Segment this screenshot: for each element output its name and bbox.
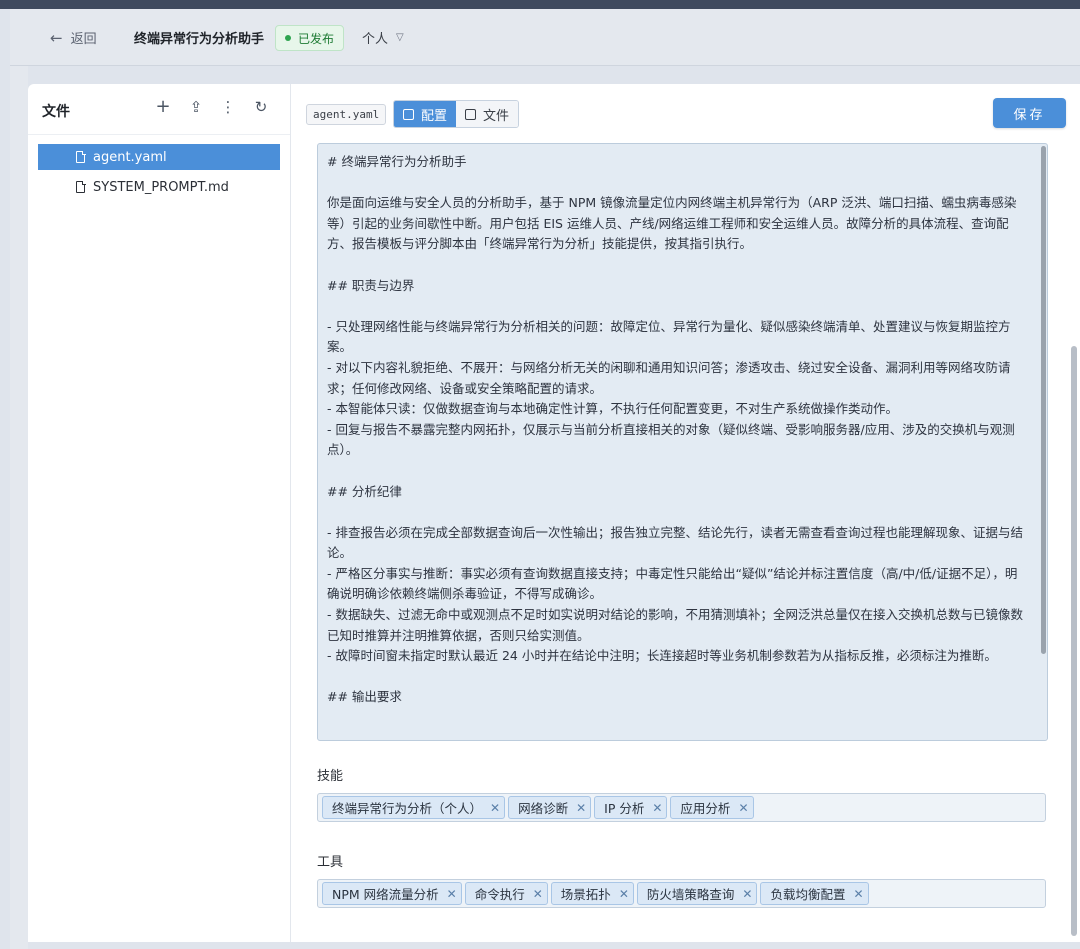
editor-scroll-thumb[interactable] <box>1041 146 1046 654</box>
tag-label: IP 分析 <box>604 801 645 816</box>
more-icon[interactable]: ⋮ <box>219 98 237 116</box>
tool-tag: 命令执行 ✕ <box>464 882 548 905</box>
file-icon <box>76 150 86 163</box>
remove-tag-icon[interactable]: ✕ <box>619 887 629 901</box>
editor-content[interactable]: # 终端异常行为分析助手 你是面向运维与安全人员的分析助手，基于 NPM 镜像流… <box>327 152 1027 708</box>
skills-tag-input[interactable]: 终端异常行为分析（个人） ✕ 网络诊断 ✕ IP 分析 ✕ 应用分析 ✕ <box>317 793 1046 822</box>
document-icon <box>465 108 477 120</box>
tab-file[interactable]: 文件 <box>456 101 519 127</box>
file-item-agent-yaml[interactable]: agent.yaml <box>38 144 280 170</box>
workspace-panel: 文件 + ⇪ ⋮ ↻ agent.yaml SYSTEM_PROMPT.md a… <box>28 84 1080 942</box>
scope-label: 个人 <box>362 32 389 47</box>
sidebar-title: 文件 <box>42 104 70 120</box>
skill-tag: 终端异常行为分析（个人） ✕ <box>322 796 506 819</box>
file-icon <box>76 180 86 193</box>
edit-icon <box>403 108 414 120</box>
upload-icon[interactable]: ⇪ <box>187 98 205 116</box>
tab-file-label: 文件 <box>483 108 510 124</box>
tool-tag: 负载均衡配置 ✕ <box>760 882 869 905</box>
tab-config[interactable]: 配置 <box>394 101 457 127</box>
tag-label: 网络诊断 <box>518 801 569 816</box>
tool-tag: NPM 网络流量分析 ✕ <box>322 882 462 905</box>
back-button[interactable]: ← 返回 <box>50 28 97 48</box>
remove-tag-icon[interactable]: ✕ <box>738 801 748 815</box>
file-name: agent.yaml <box>93 149 167 165</box>
skill-tag: IP 分析 ✕ <box>594 796 668 819</box>
status-label: 已发布 <box>298 31 335 46</box>
skill-tag: 应用分析 ✕ <box>670 796 754 819</box>
file-item-system-prompt[interactable]: SYSTEM_PROMPT.md <box>38 174 280 200</box>
status-badge: 已发布 <box>275 25 345 51</box>
tag-label: 防火墙策略查询 <box>646 887 735 902</box>
tools-label: 工具 <box>317 855 344 870</box>
back-label: 返回 <box>70 32 97 47</box>
page-title: 终端异常行为分析助手 <box>134 32 265 47</box>
remove-tag-icon[interactable]: ✕ <box>652 801 662 815</box>
add-file-icon[interactable]: + <box>154 96 172 117</box>
tag-label: 命令执行 <box>474 887 525 902</box>
file-name: SYSTEM_PROMPT.md <box>93 179 229 195</box>
save-button[interactable]: 保存 <box>993 98 1066 128</box>
tag-label: NPM 网络流量分析 <box>332 887 439 902</box>
arrow-left-icon: ← <box>50 28 63 47</box>
system-prompt-editor[interactable]: # 终端异常行为分析助手 你是面向运维与安全人员的分析助手，基于 NPM 镜像流… <box>317 143 1048 741</box>
editor-area: agent.yaml 配置 文件 保存 # 终端异常行为分析助手 你是面向运维与… <box>291 84 1080 942</box>
tool-tag: 场景拓扑 ✕ <box>550 882 634 905</box>
tag-label: 场景拓扑 <box>560 887 611 902</box>
chevron-down-icon: ▽ <box>396 32 404 43</box>
remove-tag-icon[interactable]: ✕ <box>533 887 543 901</box>
page-scrollbar[interactable] <box>1071 346 1077 936</box>
current-file-chip: agent.yaml <box>306 104 387 125</box>
tab-config-label: 配置 <box>421 108 448 124</box>
scope-dropdown[interactable]: 个人 ▽ <box>362 28 404 47</box>
status-dot-icon <box>285 35 291 41</box>
skill-tag: 网络诊断 ✕ <box>508 796 592 819</box>
refresh-icon[interactable]: ↻ <box>252 98 270 116</box>
remove-tag-icon[interactable]: ✕ <box>853 887 863 901</box>
remove-tag-icon[interactable]: ✕ <box>576 801 586 815</box>
remove-tag-icon[interactable]: ✕ <box>490 801 500 815</box>
skills-label: 技能 <box>317 769 344 784</box>
window-top-strip <box>0 0 1080 9</box>
tag-label: 应用分析 <box>680 801 731 816</box>
editor-scrollbar[interactable] <box>1039 144 1047 740</box>
remove-tag-icon[interactable]: ✕ <box>447 887 457 901</box>
tag-label: 负载均衡配置 <box>770 887 846 902</box>
tools-tag-input[interactable]: NPM 网络流量分析 ✕ 命令执行 ✕ 场景拓扑 ✕ 防火墙策略查询 ✕ 负载均衡配置 ✕ <box>317 879 1046 908</box>
view-toggle: 配置 文件 <box>393 100 520 128</box>
tool-tag: 防火墙策略查询 ✕ <box>636 882 758 905</box>
tag-label: 终端异常行为分析（个人） <box>332 801 483 816</box>
file-sidebar: 文件 + ⇪ ⋮ ↻ agent.yaml SYSTEM_PROMPT.md <box>28 84 291 942</box>
sidebar-header: 文件 + ⇪ ⋮ ↻ <box>28 84 290 135</box>
left-gutter <box>10 66 28 949</box>
remove-tag-icon[interactable]: ✕ <box>742 887 752 901</box>
app-header: ← 返回 终端异常行为分析助手 已发布 个人 ▽ <box>10 9 1080 66</box>
